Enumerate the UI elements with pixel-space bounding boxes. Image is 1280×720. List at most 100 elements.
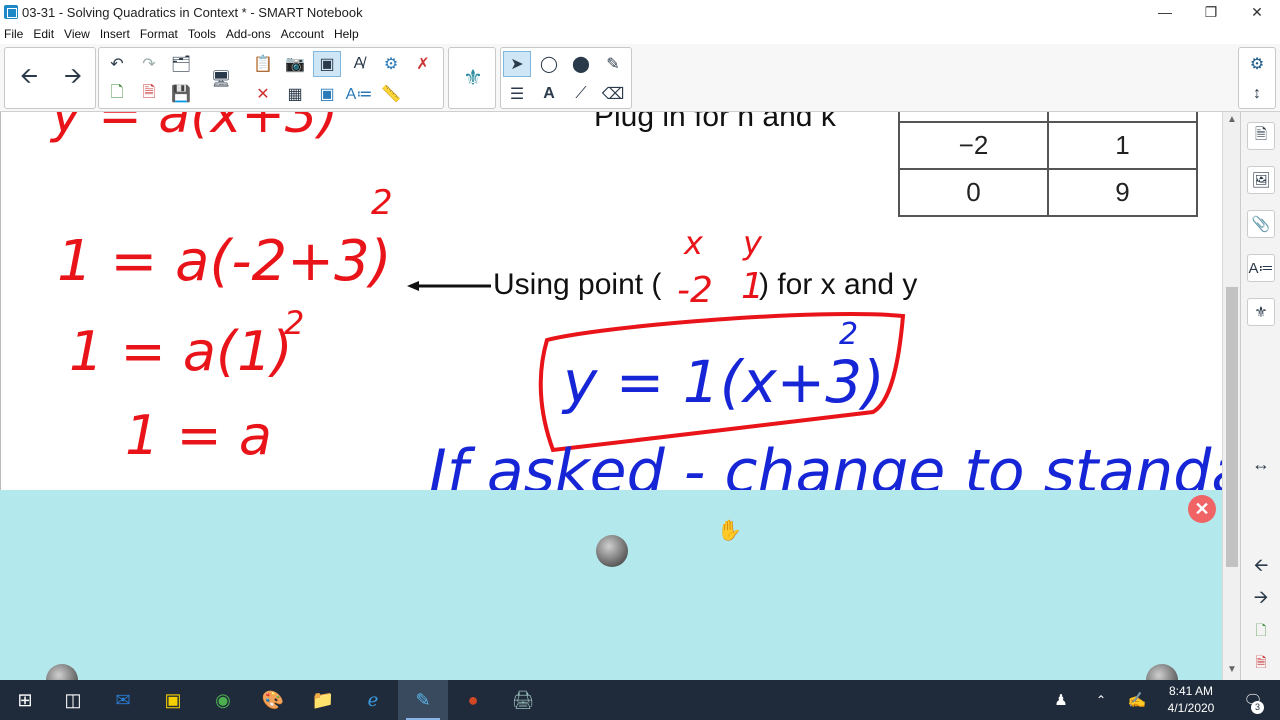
show-hidden-icons-button[interactable]: ⌃	[1084, 680, 1118, 720]
sticky-notes-taskbar-button[interactable]: ▣	[148, 680, 198, 720]
smart-notebook-taskbar-button[interactable]: ✎	[398, 680, 448, 720]
math-tools-button[interactable]: A≔	[345, 81, 373, 107]
powerpoint-taskbar-button[interactable]: ●	[448, 680, 498, 720]
camera-device-icon: 🖨	[511, 689, 535, 710]
hw-mark-y: y	[742, 224, 763, 262]
attachments-tab[interactable]: 📎	[1247, 210, 1275, 238]
next-page-side-button[interactable]: 🡪	[1247, 586, 1275, 614]
page-icon: 🗎	[1254, 125, 1268, 143]
arrow-left-icon: 🡨	[20, 63, 38, 88]
menu-help[interactable]: Help	[334, 27, 359, 41]
system-clock[interactable]: 8:41 AM 4/1/2020	[1150, 683, 1232, 717]
menu-tools[interactable]: Tools	[188, 27, 216, 41]
screen-capture-button[interactable]: 📷	[281, 51, 309, 77]
people-button[interactable]: ♟	[1044, 680, 1078, 720]
undo-button[interactable]: ↶	[103, 51, 131, 77]
properties-button[interactable]: ☰	[503, 81, 531, 107]
paste-button[interactable]: 📋	[249, 51, 277, 77]
scroll-up-icon[interactable]: ▲	[1223, 114, 1241, 128]
notebook-page[interactable]: Plug in for h and k −2 1 0 9 y = a(x+3) …	[0, 112, 1222, 490]
select-tool-button[interactable]: ➤	[503, 51, 531, 77]
sticky-notes-icon: ▣	[164, 689, 182, 710]
document-camera-taskbar-button[interactable]: 🖨	[498, 680, 548, 720]
close-window-button[interactable]: ✕	[1234, 0, 1280, 24]
settings-button[interactable]: ⚙	[1243, 51, 1271, 77]
menu-edit[interactable]: Edit	[33, 27, 54, 41]
save-button[interactable]: 💾	[167, 81, 195, 107]
restore-button[interactable]: ❐	[1188, 0, 1234, 24]
sliders-icon: ☰	[509, 86, 525, 103]
start-button[interactable]: ⊞	[0, 680, 50, 720]
gallery-tab[interactable]: 🖼	[1247, 166, 1275, 194]
expand-sidebar-button[interactable]: ↔	[1247, 450, 1275, 478]
edit-group: ↶ ↷ 🗂 🗋 🗎 💾 🖥 📋 📷 ▣ A̸ ⚙ ✗ ✕ ▦ ▣ A≔ 📏	[98, 47, 444, 109]
file-explorer-taskbar-button[interactable]: 📁	[298, 680, 348, 720]
redo-button[interactable]: ↷	[135, 51, 163, 77]
menu-view[interactable]: View	[64, 27, 90, 41]
add-page-side-button[interactable]: 🗋	[1247, 618, 1275, 646]
line-tool-button[interactable]: ⟋	[567, 81, 595, 107]
insert-table-button[interactable]: ▦	[281, 81, 309, 107]
screen-shade-button[interactable]: ▣	[313, 51, 341, 77]
scroll-thumb[interactable]	[1226, 287, 1238, 567]
add-page-icon: 🗋	[1255, 622, 1267, 638]
add-ons-button[interactable]: ⚙	[377, 51, 405, 77]
text-tool-button[interactable]: A̸	[345, 51, 373, 77]
pen-tool-button[interactable]: ✎	[599, 51, 627, 77]
display-settings-button[interactable]: 🖥	[207, 66, 235, 92]
previous-page-button[interactable]: 🡨	[9, 50, 49, 106]
response-button[interactable]: ✗	[409, 51, 437, 77]
menu-insert[interactable]: Insert	[100, 27, 130, 41]
page-sorter-tab[interactable]: 🗎	[1247, 122, 1275, 150]
paperclip-icon: 📎	[1251, 216, 1271, 233]
screen-shade[interactable]: ✕ ✋	[0, 490, 1222, 696]
hw-point-x: -2	[677, 270, 713, 311]
delete-button[interactable]: ✕	[249, 81, 277, 107]
vertical-scrollbar[interactable]: ▲ ▼	[1222, 112, 1240, 680]
eraser-icon: ⌫	[601, 86, 625, 103]
hw-line2: 1 = a(1)	[69, 320, 293, 383]
scroll-down-icon[interactable]: ▼	[1223, 664, 1241, 678]
measurement-button[interactable]: ▣	[313, 81, 341, 107]
menu-account[interactable]: Account	[281, 27, 324, 41]
delete-page-button[interactable]: 🗎	[135, 81, 163, 107]
add-ons-puzzle-button[interactable]: ⚜	[453, 50, 493, 106]
menu-file[interactable]: File	[4, 27, 23, 41]
previous-page-side-button[interactable]: 🡨	[1247, 554, 1275, 582]
pen-workspace-button[interactable]: ✍	[1120, 680, 1154, 720]
eraser-tool-button[interactable]: ⌫	[599, 81, 627, 107]
minimize-button[interactable]: —	[1142, 0, 1188, 24]
internet-explorer-taskbar-button[interactable]: ℯ	[348, 680, 398, 720]
properties-tab[interactable]: A≔	[1247, 254, 1275, 282]
menu-format[interactable]: Format	[140, 27, 178, 41]
text-button[interactable]: A	[535, 81, 563, 107]
outlook-taskbar-button[interactable]: ✉	[98, 680, 148, 720]
palette-icon: 🎨	[261, 689, 285, 710]
paint-taskbar-button[interactable]: 🎨	[248, 680, 298, 720]
shade-drag-handle-top[interactable]	[596, 535, 628, 567]
close-shade-button[interactable]: ✕	[1188, 495, 1216, 523]
delete-page-side-button[interactable]: 🗎	[1247, 650, 1275, 678]
chrome-taskbar-button[interactable]: ◉	[198, 680, 248, 720]
line-icon: ⟋	[575, 85, 587, 102]
add-ons-tab[interactable]: ⚜	[1247, 298, 1275, 326]
clock-date: 4/1/2020	[1167, 701, 1215, 715]
hand-cursor-icon: ✋	[717, 520, 742, 542]
task-view-button[interactable]: ◫	[48, 680, 98, 720]
pen-workspace-icon: ✍	[1127, 692, 1147, 709]
ruler-button[interactable]: 📏	[377, 81, 405, 107]
open-file-button[interactable]: 🗂	[167, 51, 195, 77]
shapes-tool-button[interactable]: ◯	[535, 51, 563, 77]
next-page-button[interactable]: 🡪	[53, 50, 93, 106]
delete-page-icon: 🗎	[142, 83, 156, 101]
hw-instruction: If asked - change to standard	[429, 437, 1222, 490]
menu-add-ons[interactable]: Add-ons	[226, 27, 271, 41]
navigation-group: 🡨 🡪	[4, 47, 96, 109]
fill-tool-button[interactable]: ⬤	[567, 51, 595, 77]
hw-exp2: 2	[284, 304, 304, 342]
add-page-icon: 🗋	[110, 83, 124, 101]
add-page-button[interactable]: 🗋	[103, 81, 131, 107]
action-center-button[interactable]: 🗨 3	[1236, 680, 1270, 720]
undo-icon: ↶	[110, 56, 124, 73]
move-toolbar-button[interactable]: ↕	[1243, 81, 1271, 107]
